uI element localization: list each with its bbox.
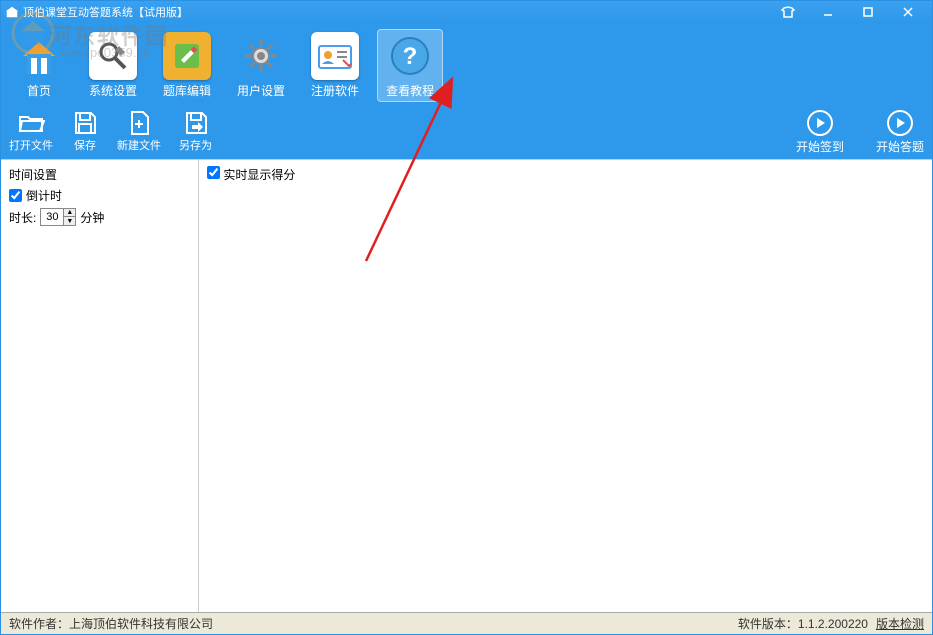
window-title: 顶伯课堂互动答题系统【试用版】 bbox=[23, 4, 188, 20]
start-answer-button[interactable]: 开始答题 bbox=[876, 108, 924, 155]
sub-toolbar: 打开文件 保存 新建文件 另存为 开始签到 开始答题 bbox=[1, 103, 932, 159]
countdown-checkbox[interactable] bbox=[9, 189, 22, 202]
save-as-button[interactable]: 另存为 bbox=[179, 109, 212, 153]
skin-button[interactable] bbox=[768, 3, 808, 21]
save-icon bbox=[71, 109, 99, 137]
start-checkin-label: 开始签到 bbox=[796, 138, 844, 155]
register-software-label: 注册软件 bbox=[311, 82, 359, 99]
new-file-label: 新建文件 bbox=[117, 137, 161, 153]
id-card-icon bbox=[311, 32, 359, 80]
spinner-down[interactable]: ▼ bbox=[64, 217, 75, 225]
user-settings-button[interactable]: 用户设置 bbox=[229, 30, 293, 101]
duration-label: 时长: bbox=[9, 209, 36, 226]
system-settings-label: 系统设置 bbox=[89, 82, 137, 99]
statusbar: 软件作者： 上海顶伯软件科技有限公司 软件版本： 1.1.2.200220 版本… bbox=[1, 612, 932, 634]
version-check-link[interactable]: 版本检测 bbox=[876, 615, 924, 632]
play-circle-icon bbox=[805, 108, 835, 138]
new-file-button[interactable]: 新建文件 bbox=[117, 109, 161, 153]
author-label: 软件作者： bbox=[9, 615, 69, 632]
help-icon: ? bbox=[386, 32, 434, 80]
realtime-score-label: 实时显示得分 bbox=[223, 168, 295, 182]
edit-note-icon bbox=[163, 32, 211, 80]
home-label: 首页 bbox=[27, 82, 51, 99]
open-file-button[interactable]: 打开文件 bbox=[9, 109, 53, 153]
view-tutorial-label: 查看教程 bbox=[386, 82, 434, 99]
question-bank-edit-label: 题库编辑 bbox=[163, 82, 211, 99]
save-as-label: 另存为 bbox=[179, 137, 212, 153]
play-circle-icon bbox=[885, 108, 915, 138]
right-panel: 实时显示得分 bbox=[199, 160, 932, 612]
svg-text:?: ? bbox=[403, 43, 418, 70]
view-tutorial-button[interactable]: ? 查看教程 bbox=[377, 29, 443, 102]
version-label: 软件版本： bbox=[738, 615, 798, 632]
spinner-up[interactable]: ▲ bbox=[64, 209, 75, 217]
duration-input[interactable] bbox=[41, 209, 63, 225]
start-checkin-button[interactable]: 开始签到 bbox=[796, 108, 844, 155]
new-file-icon bbox=[125, 109, 153, 137]
maximize-button[interactable] bbox=[848, 3, 888, 21]
left-panel: 时间设置 倒计时 时长: ▲ ▼ 分钟 bbox=[1, 160, 199, 612]
save-label: 保存 bbox=[74, 137, 96, 153]
realtime-score-checkbox[interactable] bbox=[207, 166, 220, 179]
save-button[interactable]: 保存 bbox=[71, 109, 99, 153]
gear-icon bbox=[237, 32, 285, 80]
start-answer-label: 开始答题 bbox=[876, 138, 924, 155]
content-area: 时间设置 倒计时 时长: ▲ ▼ 分钟 实时显示得分 bbox=[1, 159, 932, 612]
watermark-url: www.pc0359.cn bbox=[59, 45, 150, 60]
author-value: 上海顶伯软件科技有限公司 bbox=[69, 615, 213, 632]
open-file-label: 打开文件 bbox=[9, 137, 53, 153]
save-as-icon bbox=[182, 109, 210, 137]
version-value: 1.1.2.200220 bbox=[798, 617, 868, 631]
user-settings-label: 用户设置 bbox=[237, 82, 285, 99]
close-button[interactable] bbox=[888, 3, 928, 21]
duration-spinner[interactable]: ▲ ▼ bbox=[40, 208, 76, 226]
app-icon bbox=[5, 5, 19, 19]
duration-unit: 分钟 bbox=[80, 209, 104, 226]
countdown-label: 倒计时 bbox=[26, 187, 62, 204]
minimize-button[interactable] bbox=[808, 3, 848, 21]
time-settings-label: 时间设置 bbox=[9, 166, 190, 183]
register-software-button[interactable]: 注册软件 bbox=[303, 30, 367, 101]
folder-open-icon bbox=[17, 109, 45, 137]
